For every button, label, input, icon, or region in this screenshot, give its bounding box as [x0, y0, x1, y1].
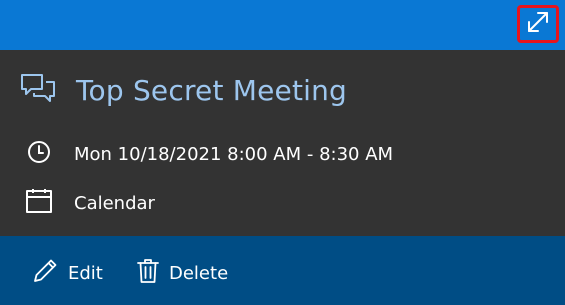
delete-button[interactable]: Delete: [137, 258, 228, 288]
chat-bubbles-icon: [20, 72, 56, 108]
expand-icon: [525, 9, 551, 39]
event-calendar-name: Calendar: [74, 192, 155, 214]
edit-label: Edit: [68, 262, 103, 284]
event-datetime: Mon 10/18/2021 8:00 AM - 8:30 AM: [74, 143, 394, 165]
event-calendar-row: Calendar: [26, 188, 155, 218]
trash-icon: [137, 258, 159, 288]
clock-icon: [26, 139, 52, 169]
expand-button[interactable]: [517, 5, 559, 43]
event-time-row: Mon 10/18/2021 8:00 AM - 8:30 AM: [26, 139, 393, 169]
edit-button[interactable]: Edit: [32, 258, 103, 288]
action-bar: Edit Delete: [0, 236, 565, 305]
event-title: Top Secret Meeting: [76, 73, 348, 107]
event-details-panel: Top Secret Meeting Mon 10/18/2021 8:00 A…: [0, 50, 565, 236]
pencil-icon: [32, 258, 58, 288]
calendar-icon: [26, 188, 52, 218]
delete-label: Delete: [169, 262, 229, 284]
event-title-row: Top Secret Meeting: [20, 72, 347, 108]
top-bar: [0, 0, 565, 50]
